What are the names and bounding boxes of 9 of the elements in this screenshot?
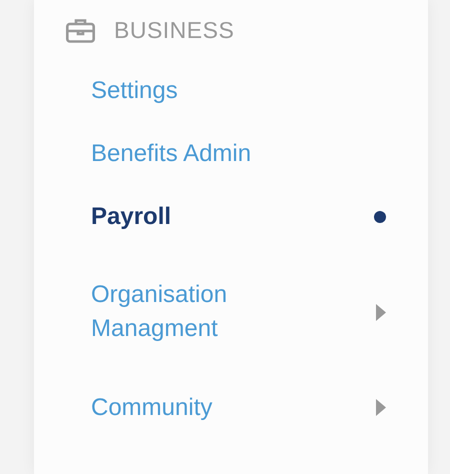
section-title: BUSINESS	[114, 16, 234, 44]
menu-item[interactable]: Payroll	[91, 185, 331, 248]
caret-icon[interactable]	[376, 399, 386, 416]
menu-item[interactable]: Organisation Managment	[91, 248, 331, 376]
briefcase-icon	[66, 18, 95, 42]
menu-item[interactable]: Settings	[91, 59, 331, 122]
menu-item[interactable]: Community	[91, 376, 331, 439]
menu-item[interactable]: Benefits Admin	[91, 122, 331, 185]
caret-icon[interactable]	[376, 304, 386, 320]
